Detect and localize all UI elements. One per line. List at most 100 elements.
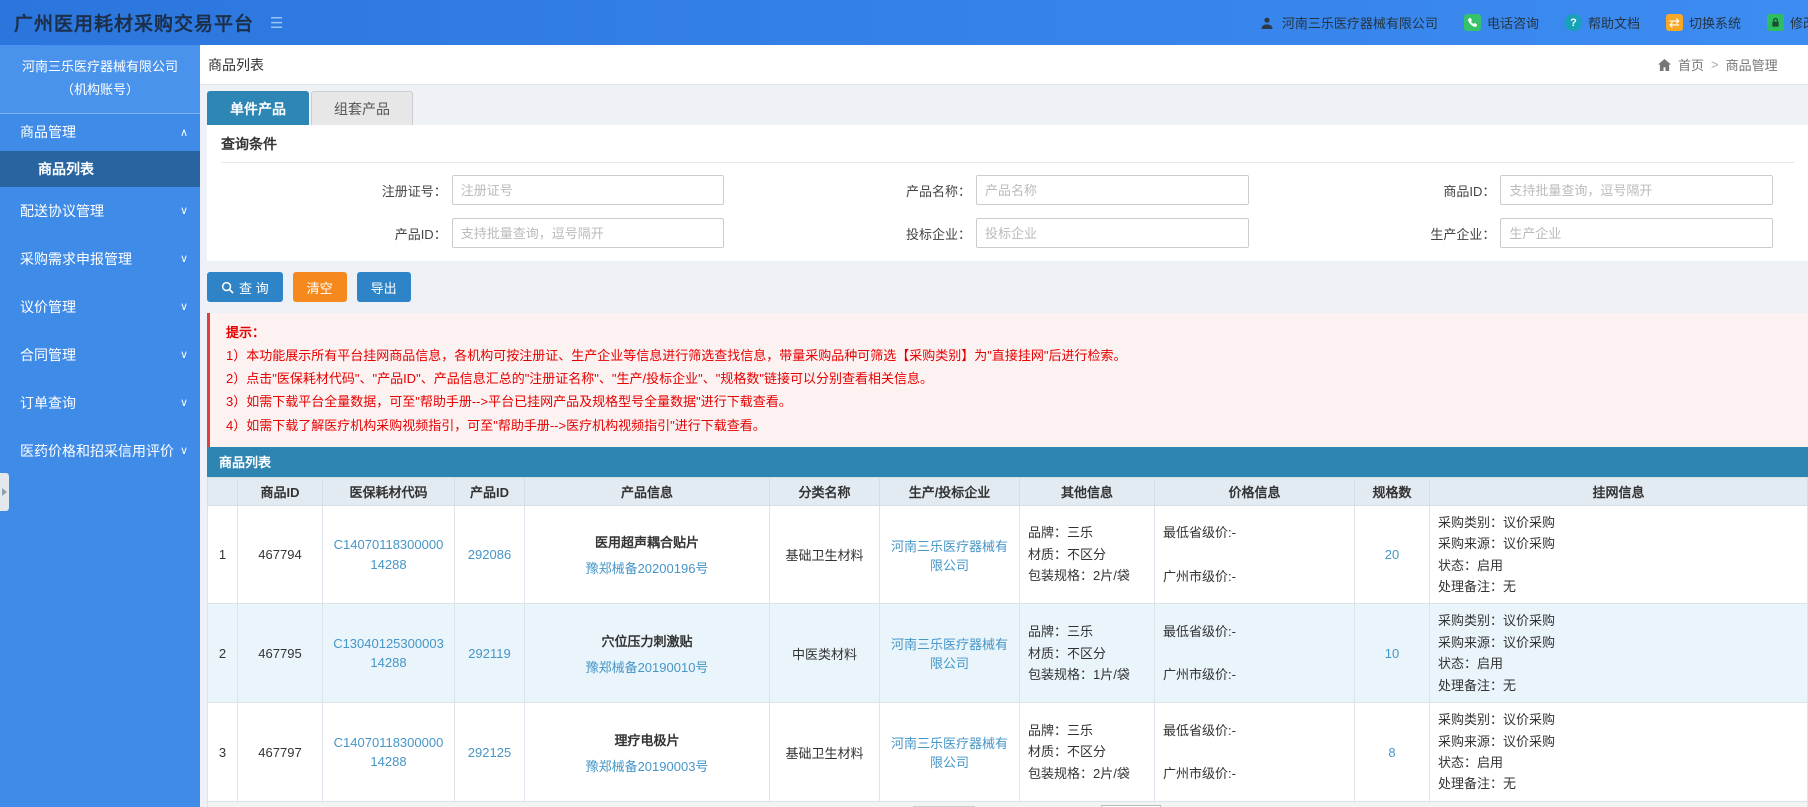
reg-cert-label: 注册证号： bbox=[381, 183, 447, 199]
collapse-arrow-icon bbox=[2, 488, 11, 496]
breadcrumb-separator: > bbox=[1711, 57, 1719, 72]
sidebar-collapse-handle[interactable] bbox=[0, 473, 9, 511]
product-id-link[interactable]: 292119 bbox=[468, 646, 510, 661]
manufacturer-input[interactable] bbox=[1500, 218, 1773, 248]
hint-line: 4）如需下载了解医疗机构采购视频指引，可至"帮助手册-->医疗机构视频指引"进行… bbox=[226, 417, 766, 433]
col-product-info: 产品信息 bbox=[524, 476, 770, 506]
sidebar-account-type: （机构账号） bbox=[60, 82, 139, 98]
breadcrumb: 首页 > 商品管理 bbox=[1658, 55, 1808, 74]
company-link[interactable]: 河南三乐医疗器械有限公司 bbox=[891, 539, 1008, 573]
tab-package-product[interactable]: 组套产品 bbox=[311, 91, 413, 125]
spec-count-link[interactable]: 10 bbox=[1385, 646, 1399, 661]
price-info-cell: 最低省级价:- 广州市级价:- bbox=[1154, 702, 1355, 802]
phone-consult-label: 电话咨询 bbox=[1486, 16, 1539, 31]
product-name: 穴位压力刺激贴 bbox=[601, 633, 693, 649]
bidding-company-label: 投标企业： bbox=[906, 226, 972, 242]
col-other-info: 其他信息 bbox=[1019, 476, 1155, 506]
spec-count-link[interactable]: 8 bbox=[1388, 745, 1395, 760]
col-goods-id: 商品ID bbox=[237, 476, 323, 506]
query-form: 注册证号： 产品名称： 商品ID： 产品ID： 投标企业： bbox=[221, 175, 1794, 248]
switch-system-label: 切换系统 bbox=[1688, 16, 1741, 31]
goods-id-cell: 467794 bbox=[237, 504, 323, 605]
tab-single-product[interactable]: 单件产品 bbox=[207, 91, 309, 125]
col-row-number bbox=[207, 476, 238, 506]
search-button[interactable]: 查 询 bbox=[207, 272, 283, 302]
goods-id-input[interactable] bbox=[1500, 175, 1773, 205]
table-row: 3 467797 C1407011830000014288 292125 理疗电… bbox=[207, 702, 1808, 802]
breadcrumb-home[interactable]: 首页 bbox=[1678, 55, 1704, 74]
reg-cert-input[interactable] bbox=[451, 175, 725, 205]
help-icon: ? bbox=[1564, 14, 1582, 31]
registration-cert-link[interactable]: 豫郑械备20200196号 bbox=[586, 561, 709, 576]
sidebar-item-credit-evaluation[interactable]: 医药价格和招采信用评价 ∨ bbox=[0, 427, 200, 475]
hint-panel: 提示： 1）本功能展示所有平台挂网商品信息，各机构可按注册证、生产企业等信息进行… bbox=[207, 313, 1808, 447]
row-number: 3 bbox=[207, 702, 238, 802]
manufacturer-label: 生产企业： bbox=[1430, 226, 1496, 242]
insurance-code-link[interactable]: C1304012530000314288 bbox=[333, 636, 444, 671]
registration-cert-link[interactable]: 豫郑械备20190003号 bbox=[586, 759, 709, 774]
insurance-code-link[interactable]: C1407011830000014288 bbox=[334, 735, 444, 770]
sidebar-item-purchase-demand[interactable]: 采购需求申报管理 ∨ bbox=[0, 235, 200, 283]
insurance-code-link[interactable]: C1407011830000014288 bbox=[334, 537, 444, 572]
page-title: 商品列表 bbox=[208, 56, 264, 73]
product-id-label: 产品ID： bbox=[394, 226, 447, 242]
account-company-link[interactable]: 河南三乐医疗器械有限公司 bbox=[1259, 13, 1438, 32]
header-links: 河南三乐医疗器械有限公司 电话咨询 ? 帮助文档 ⇄ 切换系统 修改密码 bbox=[1259, 0, 1808, 45]
hint-line: 1）本功能展示所有平台挂网商品信息，各机构可按注册证、生产企业等信息进行筛选查找… bbox=[226, 348, 1127, 364]
sidebar-item-goods-management[interactable]: 商品管理 ∧ bbox=[0, 114, 200, 151]
lock-icon bbox=[1766, 14, 1784, 31]
listing-info-cell: 采购类别：议价采购 采购来源：议价采购 状态：启用 处理备注：无 bbox=[1429, 603, 1808, 704]
category-cell: 基础卫生材料 bbox=[769, 702, 880, 802]
registration-cert-link[interactable]: 豫郑械备20190010号 bbox=[586, 660, 709, 675]
product-id-input[interactable] bbox=[451, 218, 725, 248]
phone-consult-link[interactable]: 电话咨询 bbox=[1463, 13, 1539, 32]
goods-id-cell: 467797 bbox=[237, 702, 323, 802]
sidebar-item-goods-list[interactable]: 商品列表 bbox=[0, 150, 200, 187]
change-password-link[interactable]: 修改密码 bbox=[1766, 13, 1808, 32]
switch-icon: ⇄ bbox=[1665, 14, 1683, 31]
bidding-company-input[interactable] bbox=[976, 218, 1249, 248]
product-tabs: 单件产品 组套产品 bbox=[200, 85, 1808, 125]
spec-count-link[interactable]: 20 bbox=[1385, 547, 1399, 562]
sidebar-item-contract-management[interactable]: 合同管理 ∨ bbox=[0, 331, 200, 379]
switch-system-link[interactable]: ⇄ 切换系统 bbox=[1665, 13, 1741, 32]
product-id-link[interactable]: 292125 bbox=[468, 745, 511, 760]
col-listing-info: 挂网信息 bbox=[1429, 476, 1808, 506]
home-icon bbox=[1658, 58, 1671, 71]
clear-button[interactable]: 清空 bbox=[292, 272, 347, 302]
category-cell: 基础卫生材料 bbox=[769, 504, 880, 605]
menu-toggle-icon[interactable]: ☰ bbox=[270, 14, 283, 32]
other-info-cell: 品牌：三乐 材质：不区分 包装规格：2片/袋 bbox=[1019, 504, 1155, 605]
product-name-input[interactable] bbox=[976, 175, 1249, 205]
table-row: 2 467795 C1304012530000314288 292119 穴位压… bbox=[207, 603, 1808, 704]
sidebar-account-block: 河南三乐医疗器械有限公司 （机构账号） bbox=[0, 45, 200, 114]
other-info-cell: 品牌：三乐 材质：不区分 包装规格：2片/袋 bbox=[1019, 702, 1155, 802]
category-cell: 中医类材料 bbox=[769, 603, 880, 704]
listing-info-cell: 采购类别：议价采购 采购来源：议价采购 状态：启用 处理备注：无 bbox=[1429, 702, 1808, 802]
help-docs-label: 帮助文档 bbox=[1587, 16, 1640, 31]
listing-info-cell: 采购类别：议价采购 采购来源：议价采购 状态：启用 处理备注：无 bbox=[1429, 504, 1808, 605]
goods-id-label: 商品ID： bbox=[1443, 183, 1496, 199]
product-id-link[interactable]: 292086 bbox=[468, 547, 511, 562]
breadcrumb-current: 商品管理 bbox=[1725, 58, 1778, 73]
company-link[interactable]: 河南三乐医疗器械有限公司 bbox=[891, 637, 1008, 671]
sidebar-item-delivery-agreement[interactable]: 配送协议管理 ∨ bbox=[0, 187, 200, 235]
company-link[interactable]: 河南三乐医疗器械有限公司 bbox=[891, 736, 1008, 770]
search-icon bbox=[221, 281, 234, 294]
user-icon bbox=[1259, 14, 1276, 31]
sidebar-item-price-negotiation[interactable]: 议价管理 ∨ bbox=[0, 283, 200, 331]
col-spec-count: 规格数 bbox=[1354, 476, 1430, 506]
col-insurance-code: 医保耗材代码 bbox=[322, 476, 455, 506]
chevron-up-icon: ∧ bbox=[179, 126, 188, 139]
help-docs-link[interactable]: ? 帮助文档 bbox=[1564, 13, 1640, 32]
sidebar-item-order-query[interactable]: 订单查询 ∨ bbox=[0, 379, 200, 427]
row-number: 1 bbox=[207, 504, 238, 605]
export-button[interactable]: 导出 bbox=[356, 272, 411, 302]
col-company: 生产/投标企业 bbox=[879, 476, 1020, 506]
col-category: 分类名称 bbox=[769, 476, 880, 506]
col-product-id: 产品ID bbox=[454, 476, 525, 506]
sidebar-account-name: 河南三乐医疗器械有限公司 bbox=[21, 59, 178, 74]
price-info-cell: 最低省级价:- 广州市级价:- bbox=[1154, 504, 1355, 605]
table-row: 1 467794 C1407011830000014288 292086 医用超… bbox=[207, 504, 1808, 605]
goods-table-section: 商品列表 商品ID 医保耗材代码 产品ID 产品信息 分类名称 生产/投标企业 … bbox=[207, 446, 1808, 807]
